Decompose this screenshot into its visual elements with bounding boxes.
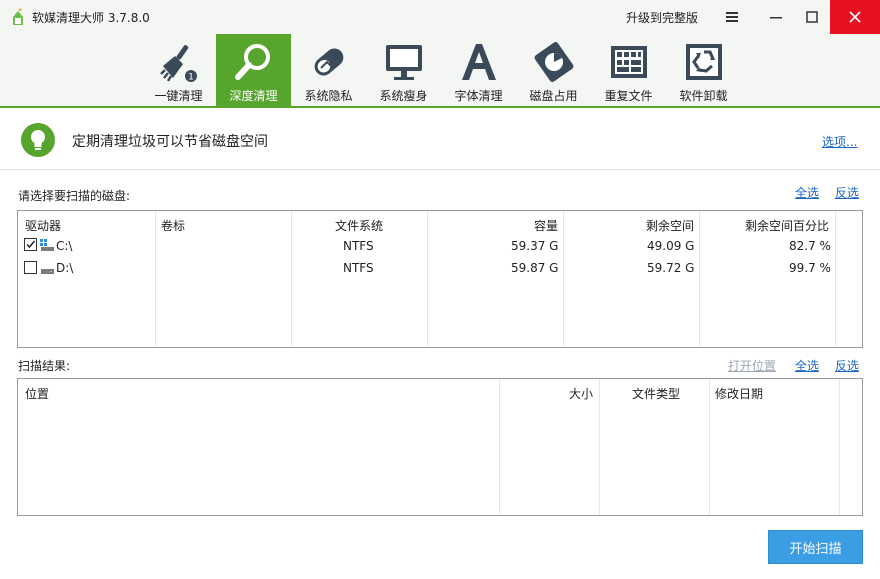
tool-one-click-clean[interactable]: 1 一键清理	[141, 34, 216, 108]
font-icon	[461, 44, 496, 80]
drive-fs: NTFS	[343, 261, 374, 275]
maximize-icon	[806, 11, 818, 23]
recycle-icon	[685, 44, 722, 80]
upgrade-link[interactable]: 升级到完整版	[626, 9, 698, 26]
duplicate-grid-icon	[610, 46, 647, 78]
menu-icon	[726, 12, 738, 22]
column-header[interactable]: 修改日期	[715, 385, 763, 402]
lightbulb-icon	[21, 123, 55, 157]
system-drive-icon	[40, 239, 54, 251]
drive-free: 49.09 G	[647, 239, 695, 253]
tool-software-uninstall[interactable]: 软件卸载	[666, 34, 741, 108]
main-toolbar: 1 一键清理 深度清理 系统隐私 系统瘦身 字体清理 磁盘占用 重复文件 软件卸…	[0, 34, 880, 108]
maximize-button[interactable]	[794, 0, 830, 34]
tool-label: 软件卸载	[679, 89, 728, 103]
column-header[interactable]: 文件系统	[335, 217, 383, 234]
tool-label: 一键清理	[154, 89, 203, 103]
drive-icon	[41, 269, 54, 274]
minimize-button[interactable]	[758, 0, 794, 34]
column-header[interactable]: 位置	[25, 385, 49, 402]
column-header[interactable]: 驱动器	[25, 217, 61, 234]
app-title: 软媒清理大师 3.7.8.0	[32, 11, 150, 25]
tool-label: 系统隐私	[304, 89, 353, 103]
results-select-all-link[interactable]: 全选	[795, 357, 819, 374]
menu-button[interactable]	[714, 0, 750, 34]
drive-select-all-link[interactable]: 全选	[795, 184, 819, 201]
privacy-capsule-icon	[314, 48, 343, 76]
tip-text: 定期清理垃圾可以节省磁盘空间	[72, 134, 268, 150]
column-header[interactable]: 容量	[534, 217, 558, 234]
divider	[0, 169, 880, 170]
drive-checkbox-unchecked[interactable]	[24, 261, 37, 274]
drive-fs: NTFS	[343, 239, 374, 253]
monitor-icon	[385, 45, 422, 80]
results-section-label: 扫描结果:	[18, 359, 71, 373]
close-button[interactable]	[830, 0, 880, 34]
tool-label: 深度清理	[229, 89, 278, 103]
drive-letter: D:\	[56, 261, 74, 275]
disk-pie-icon	[534, 42, 573, 82]
drive-invert-link[interactable]: 反选	[835, 184, 859, 201]
drive-capacity: 59.37 G	[511, 239, 559, 253]
drive-free-pct: 99.7 %	[789, 261, 831, 275]
drive-section-label: 请选择要扫描的磁盘:	[18, 189, 131, 203]
badge-count: 1	[188, 73, 194, 83]
tool-disk-usage[interactable]: 磁盘占用	[516, 34, 591, 108]
magnifier-icon	[234, 44, 270, 80]
options-link[interactable]: 选项...	[822, 133, 857, 150]
column-header[interactable]: 剩余空间	[646, 217, 694, 234]
drive-free: 59.72 G	[647, 261, 695, 275]
drive-capacity: 59.87 G	[511, 261, 559, 275]
column-header[interactable]: 文件类型	[632, 385, 680, 402]
drive-table: 驱动器 卷标 文件系统 容量 剩余空间 剩余空间百分比 C:\ NTFS 59.…	[17, 210, 863, 348]
column-header[interactable]: 大小	[569, 385, 593, 402]
tool-system-slim[interactable]: 系统瘦身	[366, 34, 441, 108]
tool-duplicate-files[interactable]: 重复文件	[591, 34, 666, 108]
tool-label: 系统瘦身	[379, 89, 428, 103]
results-table: 位置 大小 文件类型 修改日期	[17, 378, 863, 516]
app-logo-icon	[13, 8, 23, 25]
start-scan-button[interactable]: 开始扫描	[768, 530, 863, 564]
column-header[interactable]: 卷标	[161, 217, 185, 234]
tool-font-clean[interactable]: 字体清理	[441, 34, 516, 108]
close-icon	[849, 11, 861, 23]
tool-label: 重复文件	[604, 89, 653, 103]
tool-label: 磁盘占用	[529, 89, 578, 103]
tool-deep-clean[interactable]: 深度清理	[216, 34, 291, 108]
drive-checkbox-checked[interactable]	[24, 238, 37, 251]
results-invert-link[interactable]: 反选	[835, 357, 859, 374]
drive-letter: C:\	[56, 239, 73, 253]
broom-icon: 1	[159, 45, 197, 83]
title-bar: 软媒清理大师 3.7.8.0 升级到完整版	[0, 0, 880, 34]
open-location-link[interactable]: 打开位置	[728, 357, 776, 374]
checkmark-icon	[26, 240, 36, 249]
tool-label: 字体清理	[454, 89, 503, 103]
minimize-icon	[770, 17, 782, 19]
drive-free-pct: 82.7 %	[789, 239, 831, 253]
tool-system-privacy[interactable]: 系统隐私	[291, 34, 366, 108]
column-header[interactable]: 剩余空间百分比	[745, 217, 829, 234]
